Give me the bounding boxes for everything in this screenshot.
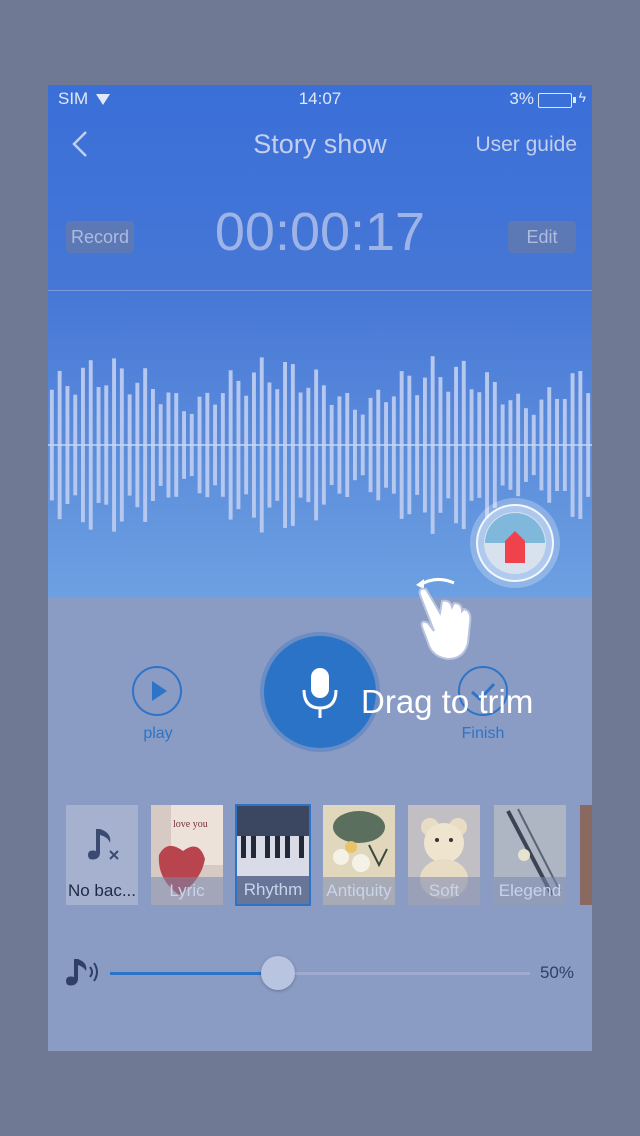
background-music-list: No bac... love you Lyric Rhythm Antiquit…: [48, 804, 592, 911]
music-note-off-icon: [88, 829, 119, 860]
volume-slider[interactable]: [110, 956, 530, 990]
finish-label: Finish: [461, 725, 505, 742]
music-item-label: Soft: [408, 877, 480, 905]
user-guide-link[interactable]: User guide: [475, 133, 577, 157]
play-label: play: [143, 725, 173, 742]
volume-slider-fill: [110, 972, 278, 975]
music-item-elegend[interactable]: Elegend: [494, 805, 566, 905]
volume-icon: [66, 959, 98, 986]
music-item-label: Antiquity: [323, 877, 395, 905]
music-item-label: Elegend: [494, 877, 566, 905]
status-bar: SIM 14:07 3% ϟ: [48, 85, 592, 113]
volume-slider-knob[interactable]: [261, 956, 295, 990]
music-item-rhythm[interactable]: Rhythm: [235, 804, 311, 906]
charging-icon: ϟ: [578, 89, 586, 105]
hand-gesture-icon: [416, 578, 472, 661]
play-button[interactable]: [132, 666, 182, 716]
battery-percent: 3%: [509, 89, 534, 108]
drag-to-trim-hint: Drag to trim: [361, 683, 534, 720]
music-item-label: No bac...: [67, 881, 137, 900]
app-screen: SIM 14:07 3% ϟ Story show User guide Rec…: [48, 85, 592, 1051]
music-item-none[interactable]: No bac...: [66, 805, 138, 905]
battery-icon: [538, 93, 576, 108]
svg-text:love you: love you: [173, 819, 208, 830]
microphone-icon: [302, 668, 338, 718]
music-item-partial[interactable]: [580, 805, 592, 905]
volume-percent: 50%: [539, 963, 574, 982]
play-icon: [152, 681, 167, 701]
music-item-lyric[interactable]: love you Lyric: [151, 805, 223, 905]
microphone-button[interactable]: [264, 636, 376, 748]
music-item-label: Rhythm: [237, 876, 309, 904]
edit-button[interactable]: Edit: [508, 221, 576, 253]
music-item-antiquity[interactable]: Antiquity: [323, 805, 395, 905]
trim-marker-icon: [484, 512, 546, 574]
music-item-label: Lyric: [151, 877, 223, 905]
header-divider: [48, 290, 592, 291]
music-item-soft[interactable]: Soft: [408, 805, 480, 905]
